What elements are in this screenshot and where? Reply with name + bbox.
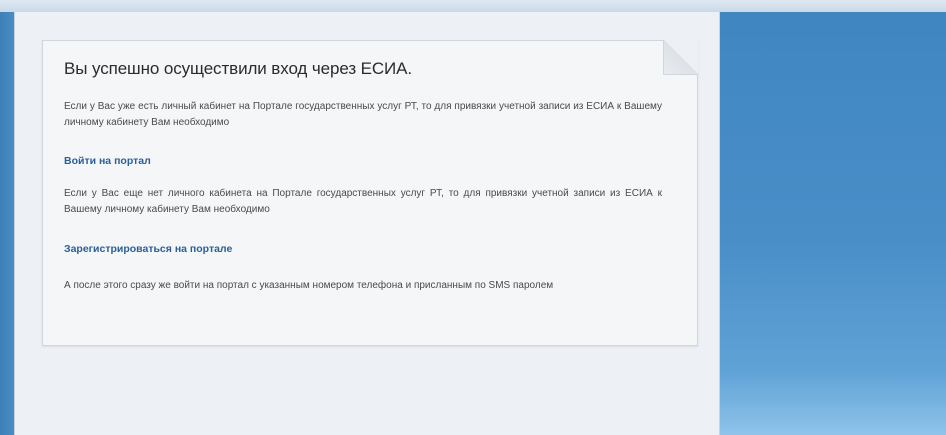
existing-account-text: Если у Вас уже есть личный кабинет на По… <box>64 101 662 128</box>
new-account-text: Если у Вас еще нет личного кабинета на П… <box>64 188 662 215</box>
window-top-strip <box>0 0 946 12</box>
esia-info-card: Вы успешно осуществили вход через ЕСИА. … <box>42 40 698 346</box>
after-registration-text: А после этого сразу же войти на портал с… <box>64 280 554 291</box>
login-portal-link[interactable]: Войти на портал <box>64 155 151 167</box>
folded-corner-decoration <box>663 40 698 75</box>
left-edge-background <box>0 12 14 435</box>
card-title: Вы успешно осуществили вход через ЕСИА. <box>64 59 413 78</box>
register-portal-link[interactable]: Зарегистрироваться на портале <box>64 243 232 255</box>
